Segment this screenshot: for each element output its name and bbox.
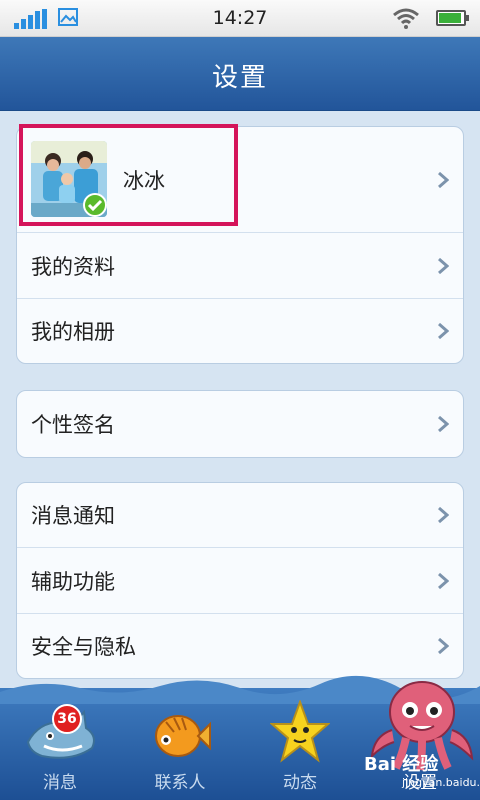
profile-highlight-box bbox=[19, 124, 238, 226]
settings-item-label: 我的资料 bbox=[31, 254, 115, 279]
settings-item-accessibility[interactable]: 辅助功能 bbox=[17, 548, 463, 614]
settings-item-label: 个性签名 bbox=[31, 413, 115, 437]
chevron-right-icon bbox=[438, 572, 449, 589]
chevron-right-icon bbox=[438, 257, 449, 274]
tab-moments[interactable]: 动态 bbox=[240, 688, 360, 800]
fish-icon bbox=[155, 715, 211, 757]
tab-label: 动态 bbox=[283, 773, 317, 793]
chevron-right-icon bbox=[438, 506, 449, 524]
title-bar: 设置 bbox=[0, 37, 480, 111]
baidu-watermark: Bai 经验 jingyan.baidu.com bbox=[364, 746, 480, 800]
battery-icon bbox=[436, 10, 469, 26]
tab-contacts[interactable]: 联系人 bbox=[120, 688, 240, 800]
signature-card: 个性签名 bbox=[16, 390, 464, 458]
tab-messages[interactable]: 36 消息 bbox=[0, 688, 120, 800]
watermark-brand: Bai 经验 bbox=[364, 754, 439, 775]
starfish-icon bbox=[270, 700, 330, 763]
settings-item-signature[interactable]: 个性签名 bbox=[17, 391, 463, 457]
chevron-right-icon bbox=[438, 171, 449, 188]
chevron-right-icon bbox=[438, 637, 449, 655]
tab-label: 联系人 bbox=[154, 773, 206, 793]
settings-item-my-album[interactable]: 我的相册 bbox=[17, 299, 463, 363]
watermark-url: jingyan.baidu.com bbox=[402, 776, 480, 789]
settings-item-label: 辅助功能 bbox=[31, 569, 115, 594]
page-title: 设置 bbox=[211, 63, 268, 93]
settings-item-label: 安全与隐私 bbox=[31, 635, 136, 659]
settings-item-notifications[interactable]: 消息通知 bbox=[17, 483, 463, 548]
settings-item-security-privacy[interactable]: 安全与隐私 bbox=[17, 614, 463, 678]
preferences-card: 消息通知 辅助功能 安全与隐私 bbox=[16, 482, 464, 679]
status-bar: 14:27 bbox=[0, 0, 480, 37]
settings-item-label: 我的相册 bbox=[31, 320, 115, 344]
settings-item-my-profile[interactable]: 我的资料 bbox=[17, 233, 463, 299]
unread-badge: 36 bbox=[52, 704, 82, 734]
chevron-right-icon bbox=[438, 415, 449, 433]
wifi-icon bbox=[393, 8, 419, 29]
chevron-right-icon bbox=[438, 322, 449, 340]
tab-label: 消息 bbox=[43, 773, 77, 793]
settings-item-label: 消息通知 bbox=[31, 504, 115, 528]
